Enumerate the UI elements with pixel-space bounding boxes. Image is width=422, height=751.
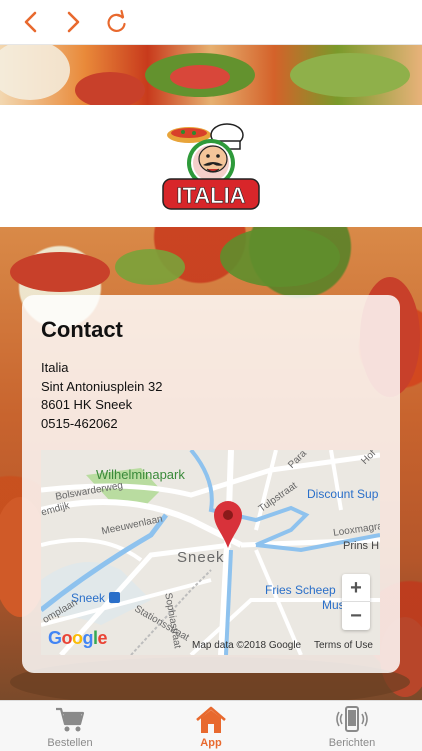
zoom-in-button[interactable]: + — [342, 574, 370, 602]
chevron-left-icon — [24, 11, 37, 33]
forward-button[interactable] — [58, 8, 88, 36]
italia-logo: ITALIA — [162, 123, 260, 210]
browser-toolbar — [0, 0, 422, 45]
svg-text:ITALIA: ITALIA — [176, 183, 245, 208]
address-block: Italia Sint Antoniusplein 32 8601 HK Sne… — [41, 359, 162, 433]
map-attribution: Map data ©2018 Google — [192, 640, 302, 651]
logo-band: ITALIA — [0, 105, 422, 227]
map-zoom-control: + − — [342, 574, 370, 630]
tab-bestellen[interactable]: Bestellen — [0, 701, 140, 751]
map-label: Wilhelminapark — [96, 467, 185, 482]
reload-icon — [107, 9, 126, 32]
tab-berichten[interactable]: Berichten — [282, 701, 422, 751]
tab-label: Bestellen — [47, 737, 93, 749]
chevron-right-icon — [67, 11, 80, 33]
map-poi-museum[interactable]: Fries Scheep — [265, 583, 336, 597]
google-logo: Google — [48, 628, 108, 648]
zoom-out-button[interactable]: − — [342, 602, 370, 630]
tab-app[interactable]: App — [141, 701, 281, 751]
map-pin-icon[interactable] — [213, 500, 243, 550]
reload-button[interactable] — [102, 8, 132, 36]
street-address: Sint Antoniusplein 32 — [41, 378, 163, 394]
train-icon — [109, 592, 120, 603]
tab-bar: Bestellen App Berichten — [0, 700, 422, 751]
google-map[interactable]: Wilhelminapark Bolswarderweg Meeuwenlaan… — [41, 450, 380, 655]
cart-icon — [56, 707, 85, 732]
map-label: Prins H — [343, 540, 380, 552]
phone-vibrate-icon — [336, 706, 368, 732]
back-button[interactable] — [16, 8, 46, 36]
map-terms-link[interactable]: Terms of Use — [314, 640, 373, 651]
map-city-label: Sneek — [177, 549, 225, 566]
tab-label: App — [200, 737, 222, 749]
contact-title: Contact — [41, 317, 123, 342]
business-name: Italia — [41, 360, 69, 375]
tab-label: Berichten — [328, 737, 376, 749]
postal-city: 8601 HK Sneek — [41, 397, 133, 412]
phone-number[interactable]: 0515-462062 — [41, 415, 162, 434]
contact-card: Contact Italia Sint Antoniusplein 32 860… — [22, 295, 400, 673]
pizza-banner-image — [0, 45, 422, 105]
map-poi-discount[interactable]: Discount Sup — [307, 487, 378, 501]
home-icon — [196, 706, 226, 733]
